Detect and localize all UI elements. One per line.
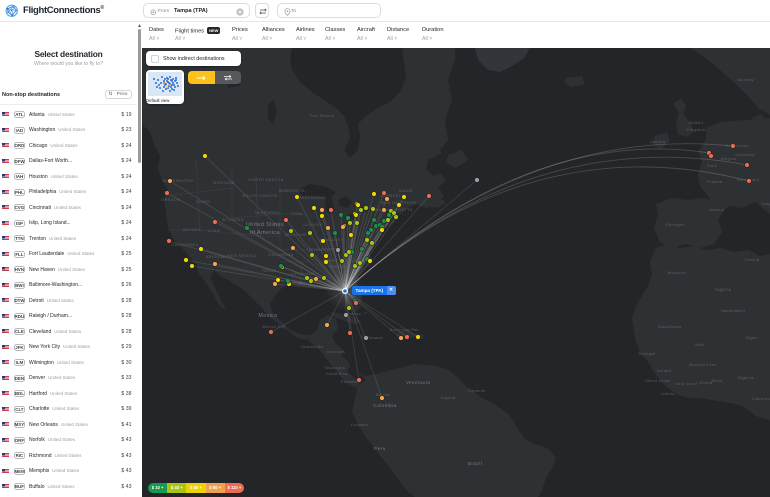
svg-text:Venezuela: Venezuela xyxy=(406,380,430,385)
svg-text:MONTANA: MONTANA xyxy=(213,181,235,185)
svg-text:Liberia: Liberia xyxy=(661,392,675,396)
svg-text:Ireland: Ireland xyxy=(650,139,665,144)
svg-text:Guyana: Guyana xyxy=(441,396,456,400)
svg-text:WYOMING: WYOMING xyxy=(222,218,244,222)
svg-text:Sierra Leone: Sierra Leone xyxy=(645,379,670,383)
svg-text:Netherlands: Netherlands xyxy=(725,144,748,148)
svg-text:Peru: Peru xyxy=(374,446,386,451)
svg-text:France: France xyxy=(707,179,722,184)
svg-text:Italy: Italy xyxy=(761,201,770,206)
svg-text:Fort Severn: Fort Severn xyxy=(310,114,334,118)
svg-text:of America: of America xyxy=(250,230,280,236)
svg-text:Nigeria: Nigeria xyxy=(738,375,754,380)
svg-text:CALIFORNIA: CALIFORNIA xyxy=(171,243,198,247)
svg-text:Norway: Norway xyxy=(738,77,754,82)
svg-text:Cayenne: Cayenne xyxy=(468,389,485,393)
svg-text:Cameroon: Cameroon xyxy=(752,397,770,401)
svg-text:Mexico City: Mexico City xyxy=(262,325,285,329)
svg-text:Nassau: Nassau xyxy=(347,312,361,316)
svg-text:Tamanrasset: Tamanrasset xyxy=(721,309,745,313)
svg-text:Honduras: Honduras xyxy=(327,350,346,354)
svg-text:Morocco: Morocco xyxy=(668,270,687,275)
svg-text:Germany: Germany xyxy=(735,152,755,157)
svg-text:Algeria: Algeria xyxy=(715,287,732,292)
svg-text:NEW MEXICO: NEW MEXICO xyxy=(227,254,256,258)
svg-text:NORTH DAKOTA: NORTH DAKOTA xyxy=(248,178,283,182)
svg-text:ARIZONA: ARIZONA xyxy=(206,255,226,259)
svg-text:ILLINOIS: ILLINOIS xyxy=(303,223,322,227)
svg-text:LOUISIANA: LOUISIANA xyxy=(291,272,315,276)
svg-text:Senegal: Senegal xyxy=(639,352,656,356)
svg-text:Panama: Panama xyxy=(341,380,358,384)
svg-text:SOUTH DAKOTA: SOUTH DAKOTA xyxy=(242,194,277,198)
svg-text:Ivory Coast: Ivory Coast xyxy=(675,382,698,386)
svg-text:TEXAS: TEXAS xyxy=(262,269,277,273)
svg-text:NEBRASKA: NEBRASKA xyxy=(255,211,279,215)
svg-text:Guatemala: Guatemala xyxy=(301,345,324,349)
svg-text:Burkina Faso: Burkina Faso xyxy=(689,363,716,367)
svg-text:Ecuador: Ecuador xyxy=(351,422,369,427)
svg-text:United: United xyxy=(689,120,703,125)
svg-text:Jamaica: Jamaica xyxy=(367,336,383,340)
svg-text:Paris: Paris xyxy=(707,164,717,168)
svg-text:OKLAHOMA: OKLAHOMA xyxy=(268,253,293,257)
svg-text:UTAH: UTAH xyxy=(208,229,220,233)
svg-text:MAINE: MAINE xyxy=(399,189,413,193)
svg-text:MINNESOTA: MINNESOTA xyxy=(279,189,305,193)
svg-text:IDAHO: IDAHO xyxy=(196,200,210,204)
svg-text:Colombia: Colombia xyxy=(373,403,396,408)
svg-text:Dominican Rep.: Dominican Rep. xyxy=(390,328,420,332)
svg-text:OREGON: OREGON xyxy=(161,198,181,202)
svg-text:Portugal: Portugal xyxy=(666,222,685,227)
svg-text:Costa Rica: Costa Rica xyxy=(326,372,348,376)
svg-text:Mauritania: Mauritania xyxy=(658,324,682,329)
svg-text:Niger: Niger xyxy=(746,335,758,340)
svg-text:Mali: Mali xyxy=(695,342,704,347)
svg-text:Guinea: Guinea xyxy=(657,369,672,373)
svg-text:WISCONSIN: WISCONSIN xyxy=(299,196,325,200)
svg-text:Tunisia: Tunisia xyxy=(744,258,760,262)
svg-text:IOWA: IOWA xyxy=(291,212,303,216)
svg-text:United States: United States xyxy=(246,222,284,228)
svg-text:NEVADA: NEVADA xyxy=(183,228,201,232)
svg-text:Kingdom: Kingdom xyxy=(687,127,706,132)
svg-text:Belgium: Belgium xyxy=(721,157,736,161)
svg-text:Andorra: Andorra xyxy=(709,208,724,212)
svg-text:Nicaragua: Nicaragua xyxy=(325,366,345,370)
svg-text:Brazil: Brazil xyxy=(468,461,482,466)
svg-text:MISSOURI: MISSOURI xyxy=(285,233,307,237)
svg-text:Benin: Benin xyxy=(712,379,723,383)
svg-text:GEORGIA: GEORGIA xyxy=(329,265,349,269)
svg-text:TENNESSEE: TENNESSEE xyxy=(308,248,335,252)
svg-text:Mexico: Mexico xyxy=(258,313,277,319)
